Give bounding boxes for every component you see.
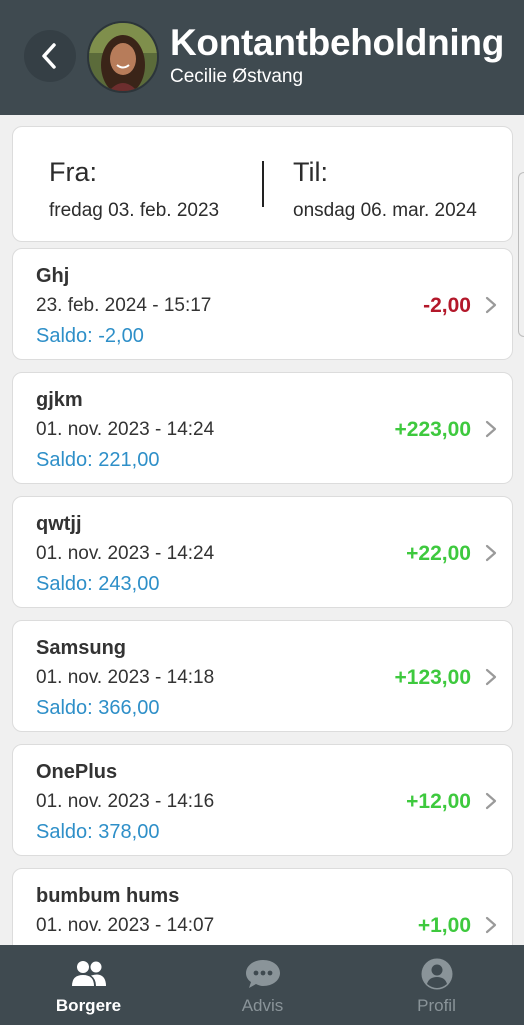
transaction-amount: -2,00 <box>423 294 471 317</box>
transaction-amount: +123,00 <box>394 666 472 689</box>
chevron-right-icon <box>485 916 497 934</box>
transaction-amount: +12,00 <box>406 790 471 813</box>
transaction-row[interactable]: Ghj 23. feb. 2024 - 15:17 Saldo: -2,00 -… <box>12 248 513 360</box>
header: Kontantbeholdning Cecilie Østvang <box>0 0 524 115</box>
date-range-card[interactable]: Fra: fredag 03. feb. 2023 Til: onsdag 06… <box>12 126 513 242</box>
transaction-name: Samsung <box>36 637 127 659</box>
transaction-name: bumbum hums <box>36 885 180 907</box>
date-divider <box>262 161 264 207</box>
to-value: onsdag 06. mar. 2024 <box>293 200 477 221</box>
from-date[interactable]: Fra: fredag 03. feb. 2023 <box>49 157 219 222</box>
transaction-saldo: Saldo: 378,00 <box>36 821 160 843</box>
bottom-tab-bar: Borgere Advis Profil <box>0 945 524 1025</box>
chevron-right-icon <box>485 420 497 438</box>
from-label: Fra: <box>49 157 98 187</box>
transaction-row[interactable]: Samsung 01. nov. 2023 - 14:18 Saldo: 366… <box>12 620 513 732</box>
transaction-row[interactable]: bumbum hums 01. nov. 2023 - 14:07 +1,00 <box>12 868 513 945</box>
avatar-image <box>89 23 157 91</box>
chevron-right-icon <box>485 296 497 314</box>
transaction-list[interactable]: Fra: fredag 03. feb. 2023 Til: onsdag 06… <box>0 115 524 945</box>
from-value: fredag 03. feb. 2023 <box>49 200 220 221</box>
transaction-date: 01. nov. 2023 - 14:18 <box>36 667 215 688</box>
to-label: Til: <box>293 157 328 187</box>
page-title: Kontantbeholdning <box>170 22 504 63</box>
to-date[interactable]: Til: onsdag 06. mar. 2024 <box>293 157 477 222</box>
back-button[interactable] <box>24 30 76 82</box>
transaction-row[interactable]: qwtjj 01. nov. 2023 - 14:24 Saldo: 243,0… <box>12 496 513 608</box>
user-circle-icon <box>421 958 452 990</box>
transaction-name: qwtjj <box>36 513 82 535</box>
transaction-date: 01. nov. 2023 - 14:24 <box>36 419 215 440</box>
chat-bubble-icon <box>245 960 280 988</box>
tab-advis[interactable]: Advis <box>175 945 350 1025</box>
transaction-amount: +1,00 <box>417 914 471 937</box>
tab-label: Profil <box>417 996 456 1015</box>
scrollbar-handle[interactable] <box>518 172 524 337</box>
chevron-left-icon <box>42 43 56 69</box>
transaction-amount: +223,00 <box>394 418 472 441</box>
tab-label: Advis <box>241 996 284 1015</box>
tab-borgere[interactable]: Borgere <box>1 945 176 1025</box>
transaction-saldo: Saldo: 243,00 <box>36 573 160 595</box>
transaction-date: 23. feb. 2024 - 15:17 <box>36 295 212 316</box>
page-subtitle: Cecilie Østvang <box>170 66 304 87</box>
transaction-name: Ghj <box>36 265 70 287</box>
transaction-name: OnePlus <box>36 761 118 783</box>
transaction-row[interactable]: OnePlus 01. nov. 2023 - 14:16 Saldo: 378… <box>12 744 513 856</box>
transaction-amount: +22,00 <box>406 542 471 565</box>
transaction-date: 01. nov. 2023 - 14:16 <box>36 791 215 812</box>
chevron-right-icon <box>485 668 497 686</box>
transaction-saldo: Saldo: -2,00 <box>36 325 144 347</box>
transaction-date: 01. nov. 2023 - 14:24 <box>36 543 215 564</box>
people-icon <box>71 961 106 986</box>
tab-label: Borgere <box>55 996 122 1015</box>
chevron-right-icon <box>485 544 497 562</box>
avatar[interactable] <box>87 21 159 93</box>
transaction-date: 01. nov. 2023 - 14:07 <box>36 915 215 936</box>
transaction-row[interactable]: gjkm 01. nov. 2023 - 14:24 Saldo: 221,00… <box>12 372 513 484</box>
transaction-saldo: Saldo: 366,00 <box>36 697 160 719</box>
chevron-right-icon <box>485 792 497 810</box>
transaction-name: gjkm <box>36 389 83 411</box>
transaction-saldo: Saldo: 221,00 <box>36 449 160 471</box>
tab-profil[interactable]: Profil <box>349 945 524 1025</box>
